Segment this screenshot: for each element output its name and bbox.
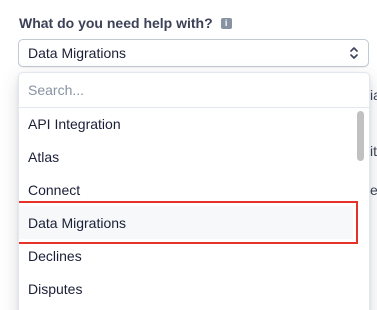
option-label: Atlas [28, 148, 60, 165]
topic-label: What do you need help with? [19, 15, 213, 31]
background-text-fragment: es [370, 182, 377, 198]
option-api-integration[interactable]: API Integration [19, 107, 355, 140]
dropdown-scrollbar-thumb[interactable] [357, 111, 364, 161]
option-declines[interactable]: Declines [19, 239, 355, 272]
background-text-fragment: ia [370, 87, 377, 103]
option-atlas[interactable]: Atlas [19, 140, 355, 173]
topic-dropdown: API Integration Atlas Connect Data Migra… [18, 72, 370, 310]
info-icon[interactable]: i [220, 17, 232, 29]
option-disputes[interactable]: Disputes [19, 272, 355, 305]
topic-select-value: Data Migrations [28, 45, 127, 61]
option-label: Declines [28, 247, 82, 264]
search-input[interactable] [28, 82, 328, 98]
option-data-migrations[interactable]: Data Migrations [19, 206, 355, 239]
chevrons-up-down-icon [350, 47, 358, 59]
option-label: API Integration [28, 115, 121, 132]
option-connect[interactable]: Connect [19, 173, 355, 206]
topic-select[interactable]: Data Migrations [18, 39, 369, 67]
option-label: Data Migrations [28, 214, 127, 231]
option-label: Connect [28, 181, 81, 198]
option-label: Disputes [28, 280, 83, 297]
support-form: What do you need help with? i Data Migra… [0, 0, 377, 310]
topic-label-row: What do you need help with? i [19, 13, 232, 33]
background-text-fragment: it [370, 143, 377, 159]
dropdown-search-row [19, 73, 369, 108]
